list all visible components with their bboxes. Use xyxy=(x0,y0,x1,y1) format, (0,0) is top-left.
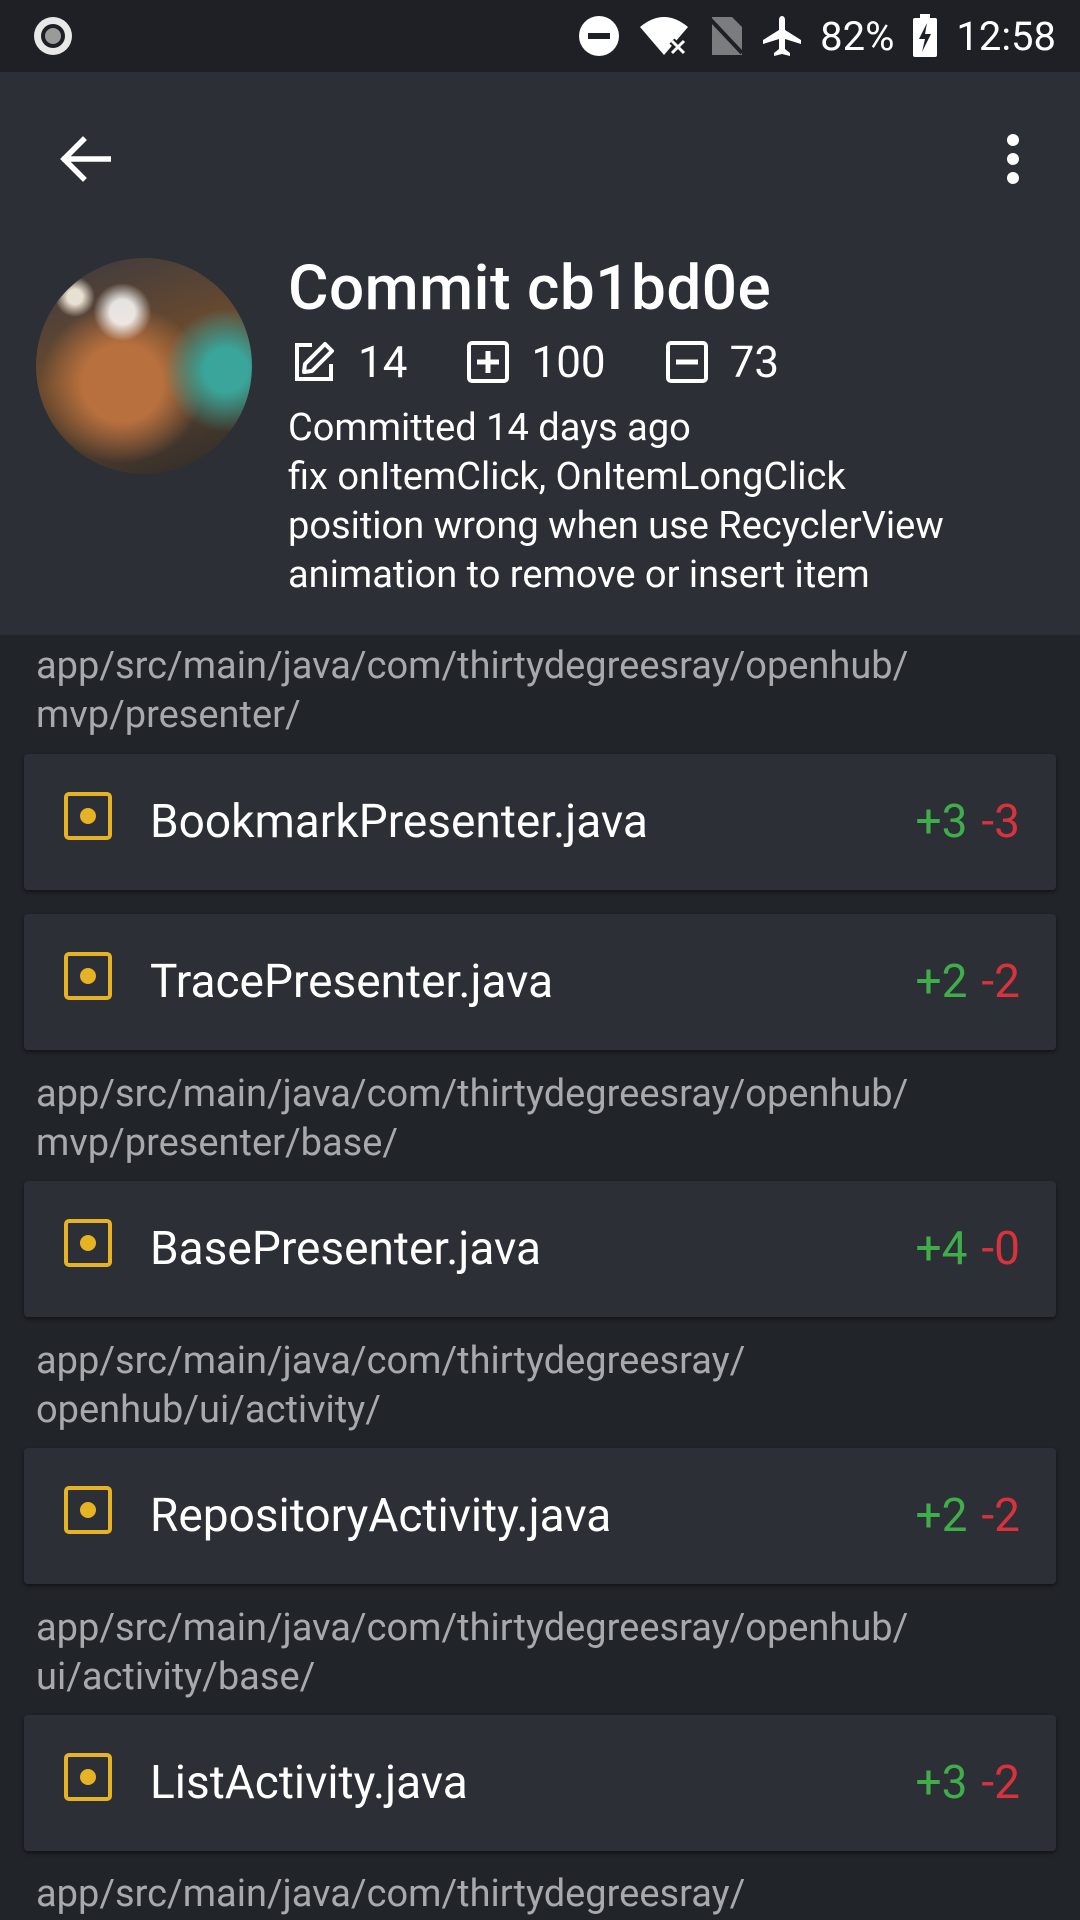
diff-stats: +4 -0 xyxy=(915,1181,1020,1317)
deletions-count: -0 xyxy=(981,1222,1020,1276)
additions-count: +2 xyxy=(915,955,968,1009)
commit-message-line: fix onItemClick, OnItemLongClick xyxy=(288,455,846,499)
additions-count: +2 xyxy=(915,1489,968,1543)
directory-path: app/src/main/java/com/thirtydegreesray/o… xyxy=(36,1070,908,1168)
file-item[interactable]: BookmarkPresenter.java +3 -3 xyxy=(24,754,1056,890)
directory-path: app/src/main/java/com/thirtydegreesray/o… xyxy=(36,642,908,740)
file-item[interactable]: ListActivity.java +3 -2 xyxy=(24,1715,1056,1851)
deletions-count: -2 xyxy=(981,1756,1020,1810)
plus-box-icon xyxy=(467,341,510,383)
record-icon xyxy=(32,15,74,57)
file-name: TracePresenter.java xyxy=(150,955,554,1009)
commit-header: Commit cb1bd0e 14 100 73 Committed 14 da… xyxy=(0,72,1080,635)
wifi-off-icon xyxy=(638,15,690,57)
commit-message-line: animation to remove or insert item xyxy=(288,553,870,597)
deletions-count: -2 xyxy=(981,1489,1020,1543)
file-item[interactable]: BasePresenter.java +4 -0 xyxy=(24,1181,1056,1317)
status-bar: 82% 12:58 xyxy=(0,0,1080,72)
directory-path: app/src/main/java/com/thirtydegreesray/ … xyxy=(36,1337,745,1435)
author-avatar[interactable] xyxy=(36,258,252,474)
directory-path-line: app/src/main/java/com/thirtydegreesray/ xyxy=(36,1339,746,1383)
diff-stats: +2 -2 xyxy=(915,1448,1020,1584)
file-name: BasePresenter.java xyxy=(150,1222,541,1276)
directory-path-line: app/src/main/java/com/thirtydegreesray/o… xyxy=(36,1606,909,1650)
directory-path-line: mvp/presenter/base/ xyxy=(36,1121,399,1165)
stat-removed: 73 xyxy=(665,336,780,388)
file-modified-icon xyxy=(64,792,112,840)
overflow-menu-button[interactable] xyxy=(978,124,1048,194)
do-not-disturb-icon xyxy=(578,15,620,57)
directory-path: app/src/main/java/com/thirtydegreesray/o… xyxy=(36,1604,908,1702)
diff-stats: +2 -2 xyxy=(915,914,1020,1050)
directory-path-line: app/src/main/java/com/thirtydegreesray/o… xyxy=(36,1072,909,1116)
file-item[interactable]: TracePresenter.java +2 -2 xyxy=(24,914,1056,1050)
commit-description: Committed 14 days ago fix onItemClick, O… xyxy=(288,404,1048,600)
directory-path-line: openhub/ui/activity/ xyxy=(36,1388,381,1432)
file-name: BookmarkPresenter.java xyxy=(150,795,648,849)
no-sim-icon xyxy=(708,15,744,57)
deletions-count: -3 xyxy=(981,795,1020,849)
edit-icon xyxy=(295,342,334,381)
diff-stats: +3 -3 xyxy=(915,754,1020,890)
stat-added: 100 xyxy=(467,336,606,388)
additions-count: +3 xyxy=(915,795,968,849)
file-name: ListActivity.java xyxy=(150,1756,468,1810)
changed-count: 14 xyxy=(358,336,408,388)
file-modified-icon xyxy=(64,1486,112,1534)
commit-message-line: position wrong when use RecyclerView xyxy=(288,504,944,548)
diff-stats: +3 -2 xyxy=(915,1715,1020,1851)
removed-count: 73 xyxy=(729,336,780,388)
arrow-left-icon xyxy=(60,136,111,182)
directory-path-line: app/src/main/java/com/thirtydegreesray/o… xyxy=(36,644,909,688)
file-item[interactable]: RepositoryActivity.java +2 -2 xyxy=(24,1448,1056,1584)
stat-changed: 14 xyxy=(292,336,407,388)
commit-time: Committed 14 days ago xyxy=(288,406,691,450)
directory-path-line: mvp/presenter/ xyxy=(36,693,301,737)
back-button[interactable] xyxy=(50,124,120,194)
deletions-count: -2 xyxy=(981,955,1020,1009)
more-vert-icon xyxy=(1007,134,1019,184)
file-modified-icon xyxy=(64,1219,112,1267)
page-title: Commit cb1bd0e xyxy=(288,252,772,325)
battery-charging-icon xyxy=(912,14,938,58)
directory-path: app/src/main/java/com/thirtydegreesray/ xyxy=(36,1870,745,1919)
directory-path-line: ui/activity/base/ xyxy=(36,1655,316,1699)
additions-count: +4 xyxy=(915,1222,968,1276)
file-modified-icon xyxy=(64,952,112,1000)
minus-box-icon xyxy=(665,341,708,383)
battery-percent: 82% xyxy=(820,12,895,60)
additions-count: +3 xyxy=(915,1756,968,1810)
commit-stats: 14 100 73 xyxy=(292,334,839,390)
clock: 12:58 xyxy=(956,12,1056,60)
directory-path-line: app/src/main/java/com/thirtydegreesray/ xyxy=(36,1872,746,1916)
airplane-mode-icon xyxy=(762,15,802,57)
file-modified-icon xyxy=(64,1753,112,1801)
file-name: RepositoryActivity.java xyxy=(150,1489,612,1543)
added-count: 100 xyxy=(531,336,606,388)
